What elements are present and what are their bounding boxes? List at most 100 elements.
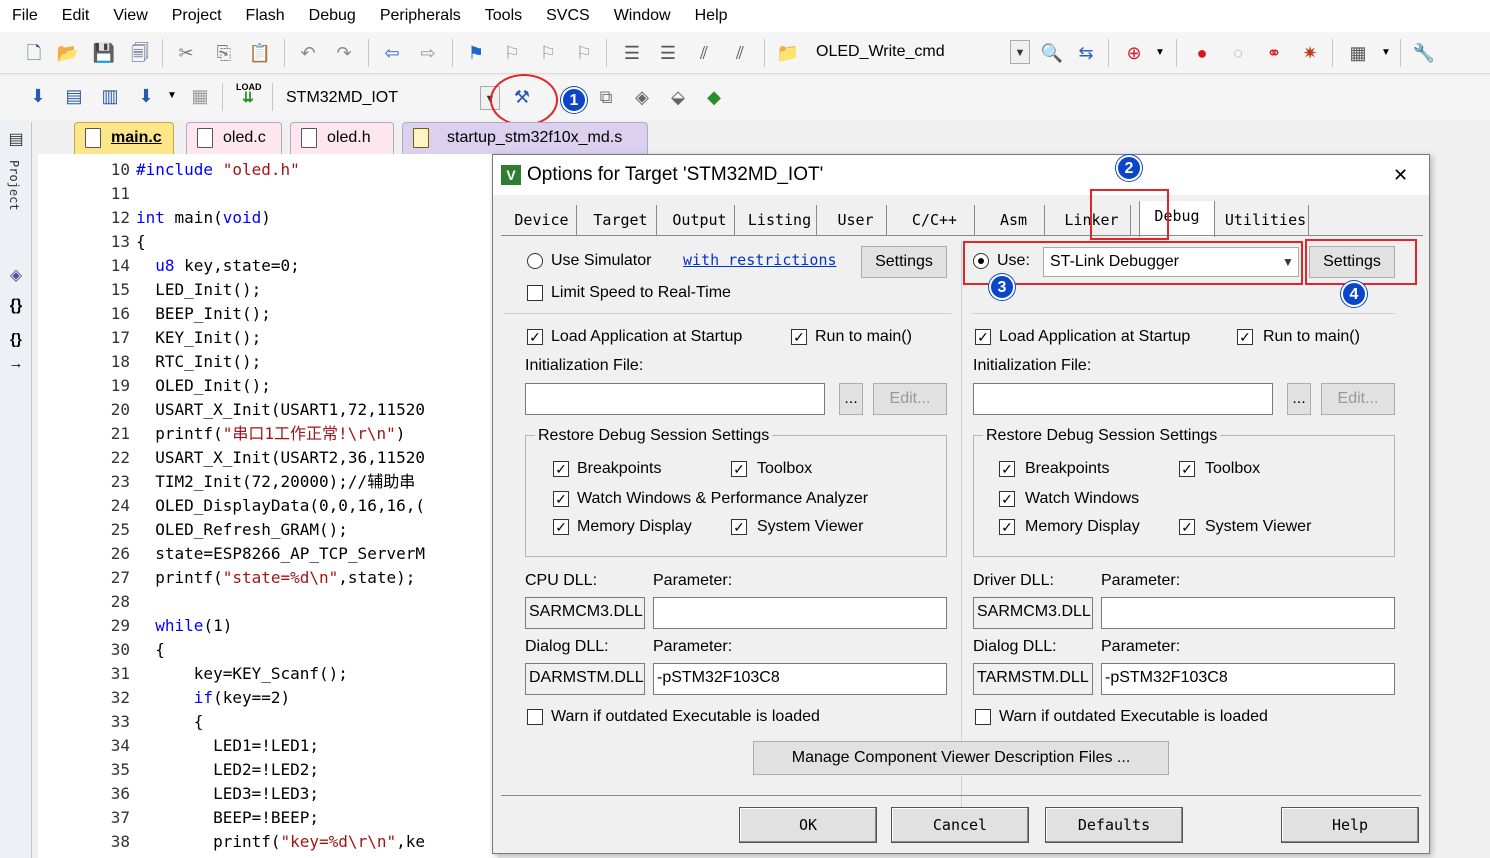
- code-line[interactable]: 30 {: [38, 638, 498, 662]
- code-line[interactable]: 12 int main(void): [38, 206, 498, 230]
- find-in-files-icon[interactable]: 📁: [776, 41, 800, 65]
- load-app-checkbox-left[interactable]: ✓: [527, 329, 543, 345]
- init-file-input-left[interactable]: [525, 383, 825, 415]
- run-to-main-checkbox-right[interactable]: ✓: [1237, 329, 1253, 345]
- manage-component-viewer-button[interactable]: Manage Component Viewer Description File…: [753, 741, 1169, 775]
- stop-build-icon[interactable]: ▦: [188, 84, 212, 108]
- code-line[interactable]: 22 USART_X_Init(USART2,36,11520: [38, 446, 498, 470]
- project-panel-label[interactable]: Project: [7, 160, 21, 211]
- file-extensions-icon[interactable]: ⧉: [594, 85, 618, 109]
- paste-icon[interactable]: 📋: [248, 41, 272, 65]
- use-simulator-radio[interactable]: [527, 253, 543, 269]
- batch-build-icon[interactable]: ⬇: [134, 84, 158, 108]
- breakpoints-checkbox-right[interactable]: ✓: [999, 461, 1015, 477]
- open-folder-icon[interactable]: 📂: [56, 41, 80, 65]
- comment-icon[interactable]: ⫽: [692, 41, 716, 65]
- toolbox-checkbox-left[interactable]: ✓: [731, 461, 747, 477]
- dialog-dll-field-right[interactable]: TARMSTM.DLL: [973, 663, 1093, 695]
- menu-file[interactable]: File: [0, 0, 50, 32]
- ok-button[interactable]: OK: [739, 807, 877, 843]
- cpu-dll-field[interactable]: SARMCM3.DLL: [525, 597, 645, 629]
- pack-installer-icon[interactable]: ◆: [702, 85, 726, 109]
- memory-display-checkbox-left[interactable]: ✓: [553, 519, 569, 535]
- window-layout-icon[interactable]: ▦: [1346, 41, 1370, 65]
- code-line[interactable]: 20 USART_X_Init(USART1,72,11520: [38, 398, 498, 422]
- defaults-button[interactable]: Defaults: [1045, 807, 1183, 843]
- code-line[interactable]: 13 {: [38, 230, 498, 254]
- code-line[interactable]: 25 OLED_Refresh_GRAM();: [38, 518, 498, 542]
- cut-icon[interactable]: ✂: [174, 41, 198, 65]
- code-line[interactable]: 23 TIM2_Init(72,20000);//辅助串: [38, 470, 498, 494]
- translate-icon[interactable]: ⬇: [26, 84, 50, 108]
- kill-breakpoints-icon[interactable]: ✷: [1298, 41, 1322, 65]
- code-line[interactable]: 24 OLED_DisplayData(0,0,16,16,(: [38, 494, 498, 518]
- init-file-input-right[interactable]: [973, 383, 1273, 415]
- debug-start-icon[interactable]: ⊕: [1122, 41, 1146, 65]
- debug-dropdown-icon[interactable]: ▼: [1148, 41, 1172, 65]
- download-icon[interactable]: LOAD ⇊: [236, 82, 262, 106]
- code-line[interactable]: 15 LED_Init();: [38, 278, 498, 302]
- menu-tools[interactable]: Tools: [473, 0, 534, 32]
- code-line[interactable]: 18 RTC_Init();: [38, 350, 498, 374]
- code-line[interactable]: 21 printf("串口1工作正常!\r\n"): [38, 422, 498, 446]
- nav-back-icon[interactable]: ⇦: [380, 41, 404, 65]
- new-file-icon[interactable]: 🗋: [22, 41, 46, 65]
- templates-icon[interactable]: {}→: [4, 328, 28, 372]
- dialog-tab-target[interactable]: Target: [585, 205, 657, 235]
- tab-oled-c[interactable]: oled.c: [186, 122, 282, 154]
- code-line[interactable]: 19 OLED_Init();: [38, 374, 498, 398]
- dialog-tab-c-c-[interactable]: C/C++: [895, 205, 975, 235]
- configure-icon[interactable]: 🔧: [1412, 41, 1436, 65]
- books-icon[interactable]: ◈: [4, 264, 28, 288]
- find-icon[interactable]: 🔍: [1040, 41, 1064, 65]
- driver-param-field[interactable]: [1101, 597, 1395, 629]
- rebuild-icon[interactable]: ▥: [98, 84, 122, 108]
- incremental-find-icon[interactable]: ⇆: [1074, 41, 1098, 65]
- bookmark-clear-icon[interactable]: ⚐: [572, 41, 596, 65]
- code-line[interactable]: 14 u8 key,state=0;: [38, 254, 498, 278]
- dialog-tab-output[interactable]: Output: [665, 205, 735, 235]
- redo-icon[interactable]: ↷: [332, 41, 356, 65]
- code-line[interactable]: 37 BEEP=!BEEP;: [38, 806, 498, 830]
- limit-speed-checkbox[interactable]: [527, 285, 543, 301]
- build-icon[interactable]: ▤: [62, 84, 86, 108]
- run-to-main-checkbox-left[interactable]: ✓: [791, 329, 807, 345]
- code-line[interactable]: 33 {: [38, 710, 498, 734]
- with-restrictions-link[interactable]: with restrictions: [683, 251, 837, 269]
- disable-breakpoint-icon[interactable]: ○: [1226, 41, 1250, 65]
- dialog-tab-listing[interactable]: Listing: [743, 205, 817, 235]
- edit-button-left[interactable]: Edit...: [873, 383, 947, 415]
- menu-view[interactable]: View: [101, 0, 159, 32]
- chevron-down-icon[interactable]: ▼: [1010, 40, 1030, 64]
- menu-flash[interactable]: Flash: [234, 0, 297, 32]
- unindent-icon[interactable]: ☰: [656, 41, 680, 65]
- menu-debug[interactable]: Debug: [297, 0, 368, 32]
- disable-all-breakpoints-icon[interactable]: ⚭: [1262, 41, 1286, 65]
- code-line[interactable]: 27 printf("state=%d\n",state);: [38, 566, 498, 590]
- undo-icon[interactable]: ↶: [296, 41, 320, 65]
- layout-dropdown-icon[interactable]: ▼: [1374, 41, 1398, 65]
- uncomment-icon[interactable]: ⫽: [728, 41, 752, 65]
- code-line[interactable]: 34 LED1=!LED1;: [38, 734, 498, 758]
- manage-rte-icon[interactable]: ◈: [630, 85, 654, 109]
- driver-dll-field[interactable]: SARMCM3.DLL: [973, 597, 1093, 629]
- target-select[interactable]: STM32MD_IOT ▼: [280, 86, 500, 112]
- menu-project[interactable]: Project: [160, 0, 234, 32]
- functions-icon[interactable]: {}: [4, 294, 28, 318]
- code-editor[interactable]: 10 #include "oled.h" 11 12 int main(void) 13 {…: [38, 154, 498, 858]
- code-line[interactable]: 35 LED2=!LED2;: [38, 758, 498, 782]
- load-app-checkbox-right[interactable]: ✓: [975, 329, 991, 345]
- code-line[interactable]: 16 BEEP_Init();: [38, 302, 498, 326]
- watch-windows-checkbox-left[interactable]: ✓: [553, 491, 569, 507]
- menu-edit[interactable]: Edit: [50, 0, 102, 32]
- warn-outdated-checkbox-right[interactable]: [975, 709, 991, 725]
- batch-dropdown-icon[interactable]: ▼: [160, 84, 184, 108]
- target-combo[interactable]: OLED_Write_cmd ▼: [810, 40, 1030, 66]
- dialog-tab-user[interactable]: User: [825, 205, 887, 235]
- code-line[interactable]: 28: [38, 590, 498, 614]
- code-line[interactable]: 36 LED3=!LED3;: [38, 782, 498, 806]
- watch-windows-checkbox-right[interactable]: ✓: [999, 491, 1015, 507]
- dialog-dll-field-left[interactable]: DARMSTM.DLL: [525, 663, 645, 695]
- tab-startup-s[interactable]: startup_stm32f10x_md.s: [402, 122, 648, 154]
- menu-help[interactable]: Help: [683, 0, 740, 32]
